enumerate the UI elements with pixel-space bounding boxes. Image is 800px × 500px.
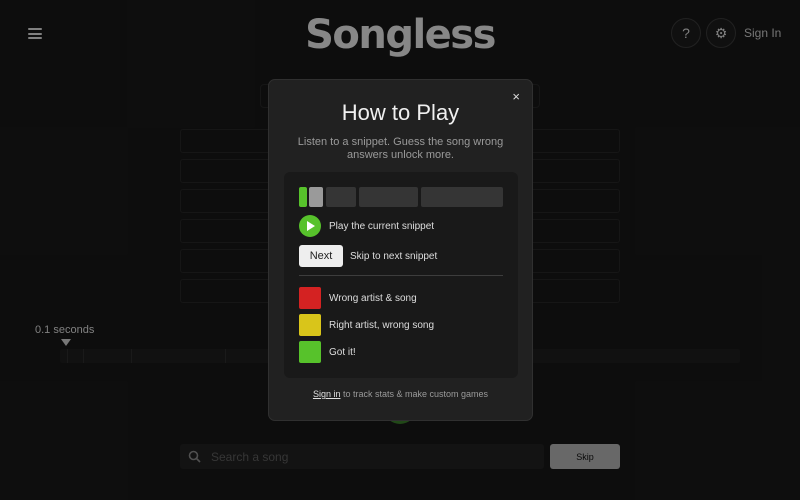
yellow-swatch — [299, 314, 321, 336]
modal-subtitle: Listen to a snippet. Guess the song wron… — [297, 136, 504, 161]
snippet-segment — [326, 187, 356, 207]
how-to-play-modal: × How to Play Listen to a snippet. Guess… — [268, 79, 533, 421]
legend-label: Wrong artist & song — [329, 292, 417, 304]
next-instruction-text: Skip to next snippet — [350, 250, 438, 262]
legend-item-wrong: Wrong artist & song — [299, 287, 417, 309]
modal-footer: Sign in to track stats & make custom gam… — [269, 389, 532, 399]
play-icon — [299, 215, 321, 237]
instructions-panel: Play the current snippet Next Skip to ne… — [284, 172, 518, 378]
legend-item-artist: Right artist, wrong song — [299, 314, 434, 336]
snippet-segment — [359, 187, 418, 207]
next-button: Next — [299, 245, 343, 267]
play-instruction-text: Play the current snippet — [329, 220, 435, 232]
legend-item-correct: Got it! — [299, 341, 356, 363]
footer-text: to track stats & make custom games — [340, 389, 489, 399]
footer-sign-in-link[interactable]: Sign in — [313, 389, 341, 399]
snippet-segment-played — [299, 187, 307, 207]
green-swatch — [299, 341, 321, 363]
modal-title: How to Play — [341, 100, 460, 125]
red-swatch — [299, 287, 321, 309]
legend-label: Right artist, wrong song — [329, 319, 435, 331]
divider — [299, 275, 503, 276]
play-instruction: Play the current snippet — [299, 215, 434, 237]
snippet-segment — [421, 187, 503, 207]
next-instruction: Next Skip to next snippet — [299, 245, 437, 267]
legend-label: Got it! — [329, 346, 356, 358]
app-root: Songless ? ⚙ Sign In 0.1 seconds Search … — [0, 0, 800, 500]
snippet-segment-current — [309, 187, 323, 207]
